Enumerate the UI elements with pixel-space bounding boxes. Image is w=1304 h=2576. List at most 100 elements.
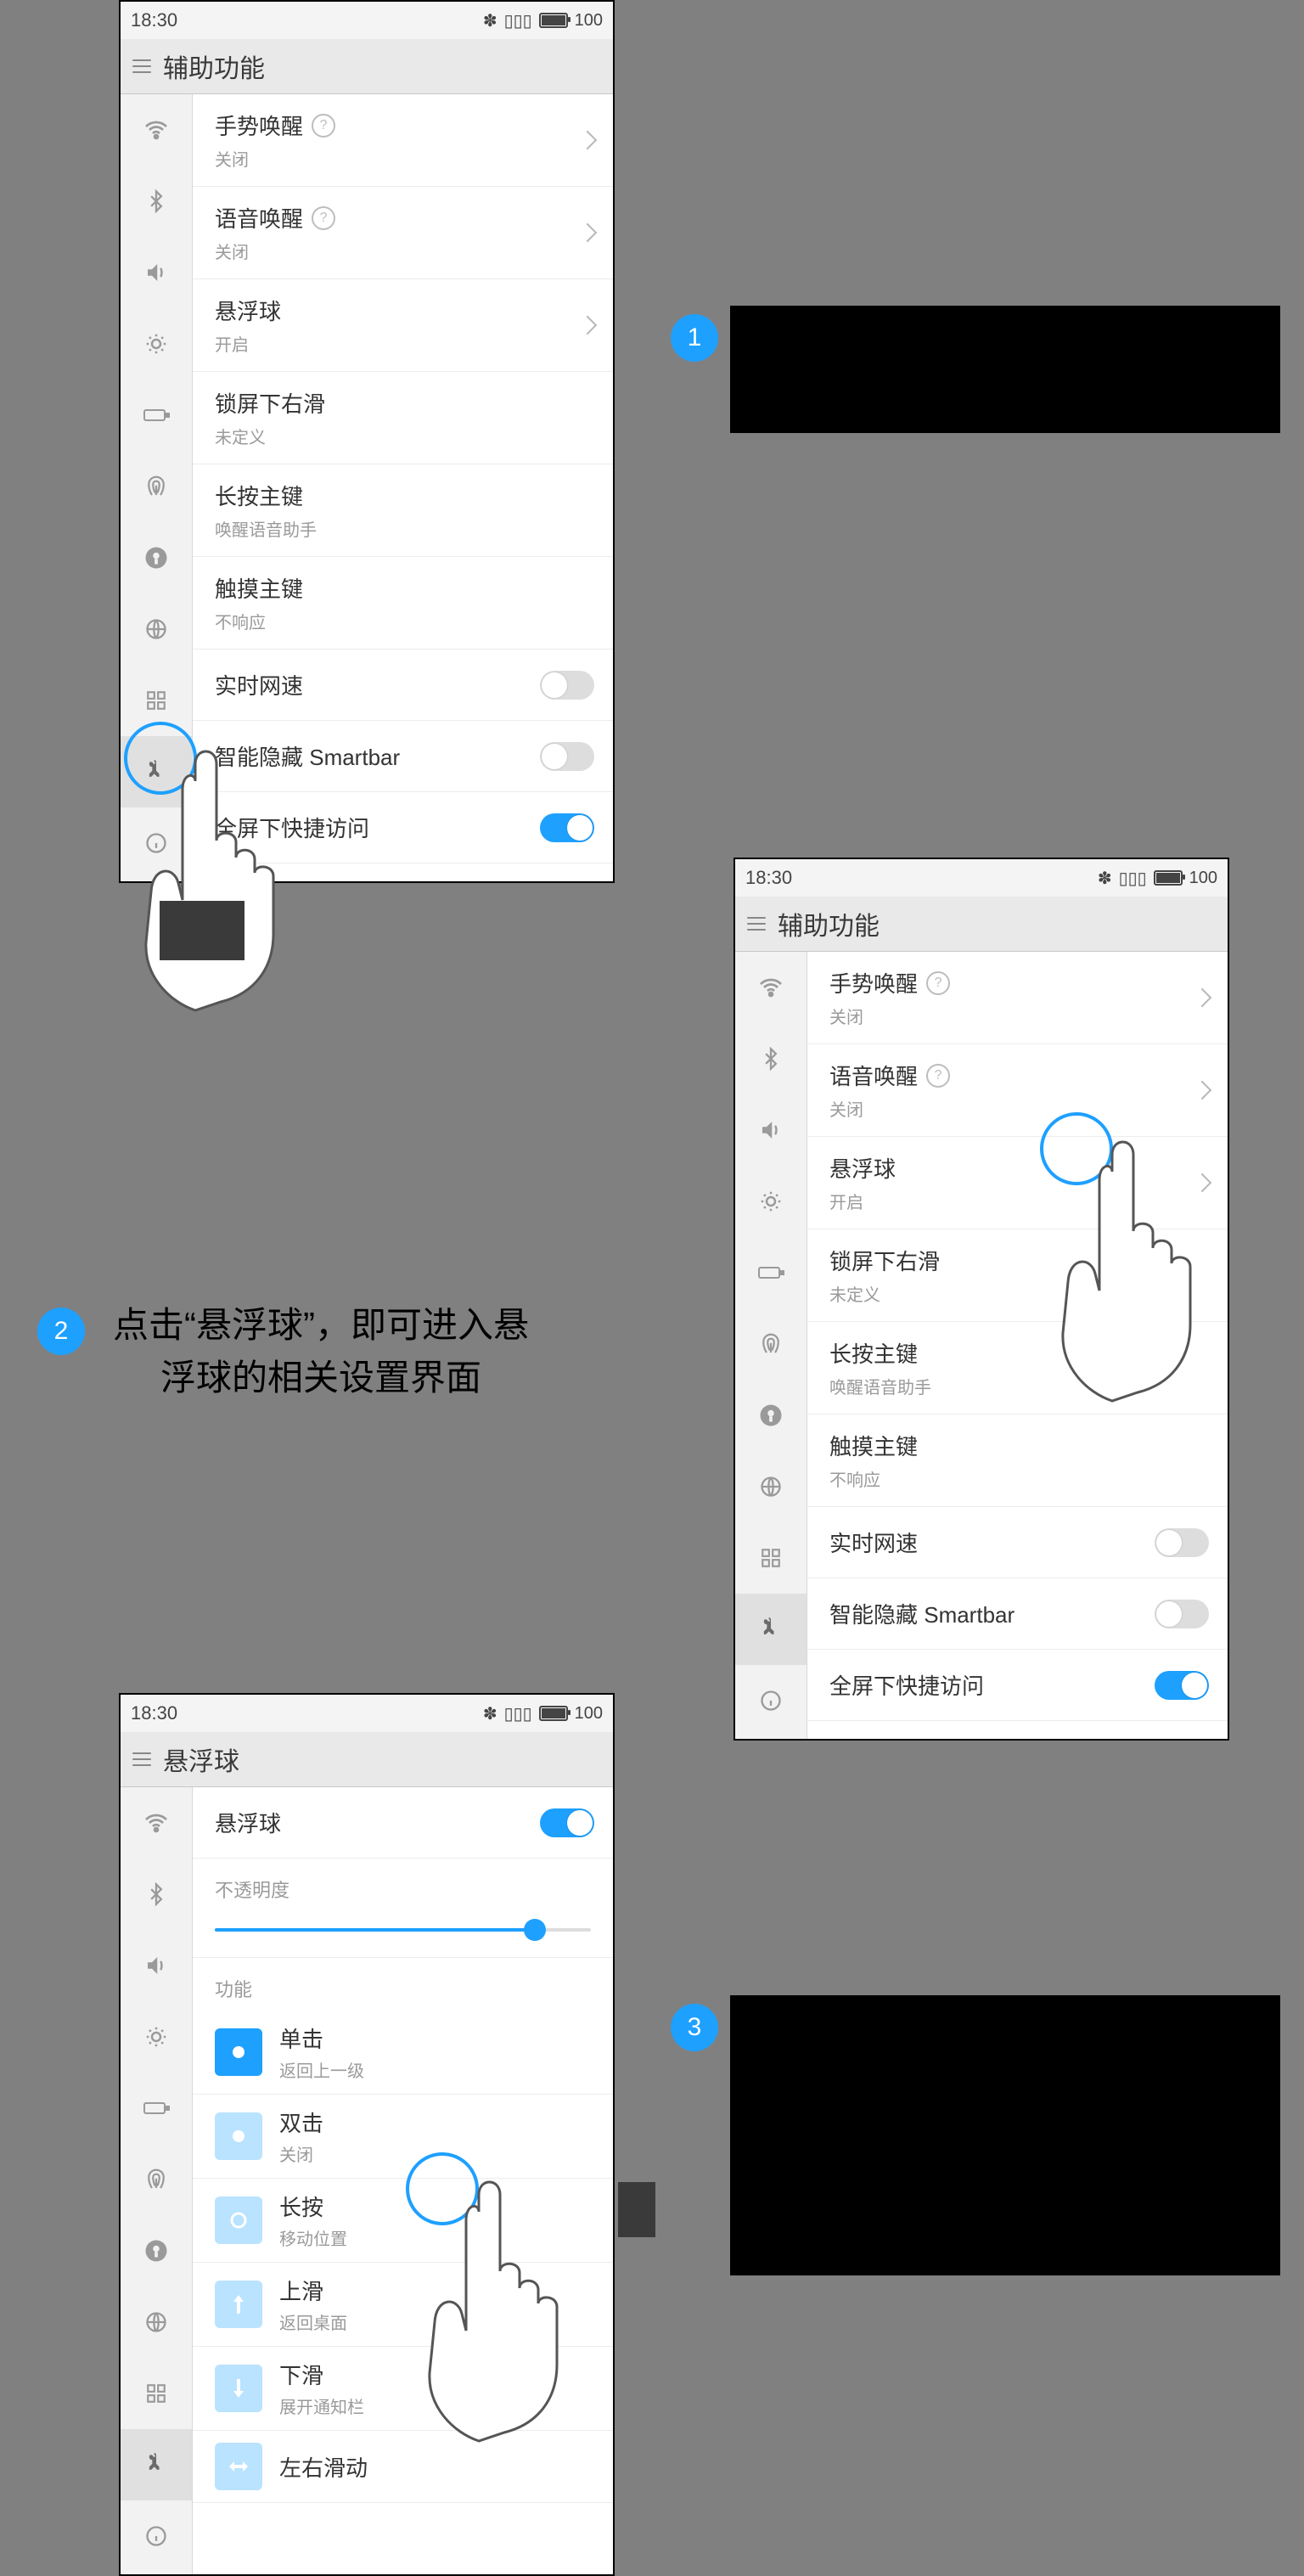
row-touch-home[interactable]: 触摸主键不响应	[807, 1415, 1228, 1507]
toggle[interactable]	[540, 813, 594, 842]
row-smartbar[interactable]: 智能隐藏 Smartbar	[193, 721, 613, 792]
row-touch-home[interactable]: 触摸主键不响应	[193, 557, 613, 650]
toggle[interactable]	[1155, 1671, 1209, 1700]
toggle[interactable]	[540, 742, 594, 771]
row-title: 锁屏下右滑	[829, 1245, 940, 1276]
chevron-right-icon	[1193, 988, 1212, 1008]
highlight-circle	[124, 722, 197, 795]
func-row-doubletap[interactable]: 双击关闭	[193, 2095, 613, 2179]
func-row-swipedown[interactable]: 下滑展开通知栏	[193, 2347, 613, 2431]
menu-icon[interactable]	[132, 59, 151, 73]
func-row-longpress[interactable]: 长按移动位置	[193, 2179, 613, 2263]
location-icon[interactable]	[121, 2215, 192, 2286]
row-netspeed[interactable]: 实时网速	[193, 650, 613, 721]
row-floatball-toggle[interactable]: 悬浮球	[193, 1787, 613, 1859]
title-bar[interactable]: 辅助功能	[121, 39, 613, 94]
row-voice-wake[interactable]: 语音唤醒?关闭	[807, 1044, 1228, 1137]
info-icon[interactable]	[735, 1665, 807, 1736]
fingerprint-icon[interactable]	[121, 2144, 192, 2215]
globe-icon[interactable]	[735, 1451, 807, 1522]
globe-icon[interactable]	[121, 593, 192, 665]
bluetooth-sidebar-icon[interactable]	[121, 1859, 192, 1930]
signal-icon: ▯▯▯	[1119, 868, 1147, 889]
menu-icon[interactable]	[747, 917, 766, 931]
sound-icon[interactable]	[121, 1930, 192, 2001]
help-icon[interactable]: ?	[926, 971, 950, 995]
sound-icon[interactable]	[121, 237, 192, 308]
chevron-right-icon	[1193, 1081, 1212, 1100]
row-title: 全屏下快捷访问	[215, 812, 369, 843]
step-badge-2: 2	[37, 1308, 85, 1355]
help-icon[interactable]: ?	[926, 1064, 950, 1088]
toggle[interactable]	[1155, 1528, 1209, 1557]
title-bar[interactable]: 悬浮球	[121, 1732, 613, 1787]
row-float-ball[interactable]: 悬浮球开启	[193, 279, 613, 372]
status-right: ✽ ▯▯▯ 100	[483, 10, 603, 31]
row-title: 智能隐藏 Smartbar	[215, 740, 400, 772]
row-netspeed[interactable]: 实时网速	[807, 1507, 1228, 1578]
row-longpress-home[interactable]: 长按主键唤醒语音助手	[193, 464, 613, 557]
row-gesture-wake[interactable]: 手势唤醒?关闭	[807, 952, 1228, 1044]
phone-screenshot-2: 18:30 ✽ ▯▯▯ 100 辅助功能 手势唤醒?关闭 语音唤醒?关闭	[734, 858, 1229, 1741]
brightness-icon[interactable]	[121, 2001, 192, 2073]
row-voice-wake[interactable]: 语音唤醒?关闭	[193, 187, 613, 279]
toggle[interactable]	[1155, 1600, 1209, 1628]
toggle[interactable]	[540, 1808, 594, 1837]
battery-sidebar-icon[interactable]	[121, 380, 192, 451]
row-title: 智能隐藏 Smartbar	[829, 1598, 1015, 1629]
battery-sidebar-icon[interactable]	[735, 1237, 807, 1308]
status-bar: 18:30 ✽ ▯▯▯ 100	[121, 2, 613, 39]
battery-text: 100	[575, 11, 603, 31]
opacity-slider[interactable]	[193, 1911, 613, 1958]
sound-icon[interactable]	[735, 1094, 807, 1166]
row-smartbar[interactable]: 智能隐藏 Smartbar	[807, 1578, 1228, 1650]
globe-icon[interactable]	[121, 2286, 192, 2358]
step-number: 1	[688, 323, 702, 352]
bluetooth-sidebar-icon[interactable]	[735, 1023, 807, 1094]
battery-icon	[539, 13, 568, 28]
apps-icon[interactable]	[121, 2358, 192, 2429]
location-icon[interactable]	[121, 522, 192, 593]
brightness-icon[interactable]	[735, 1166, 807, 1237]
settings-sidebar[interactable]	[121, 1787, 193, 2575]
row-lock-swipe[interactable]: 锁屏下右滑未定义	[193, 372, 613, 464]
row-title: 单击	[279, 2022, 364, 2054]
row-title: 长按主键	[215, 480, 317, 511]
row-title: 触摸主键	[829, 1430, 918, 1461]
signal-icon: ▯▯▯	[504, 10, 532, 31]
row-lock-swipe[interactable]: 锁屏下右滑未定义	[807, 1229, 1228, 1322]
func-row-swipeup[interactable]: 上滑返回桌面	[193, 2263, 613, 2347]
row-title: 长按	[279, 2191, 347, 2222]
row-title: 悬浮球	[215, 295, 281, 326]
wifi-icon[interactable]	[121, 94, 192, 166]
apps-icon[interactable]	[735, 1522, 807, 1594]
brightness-icon[interactable]	[121, 308, 192, 380]
chevron-right-icon	[578, 316, 598, 335]
wifi-icon[interactable]	[121, 1787, 192, 1859]
bluetooth-sidebar-icon[interactable]	[121, 166, 192, 237]
tap-icon	[215, 2028, 262, 2076]
toggle[interactable]	[540, 671, 594, 700]
battery-sidebar-icon[interactable]	[121, 2073, 192, 2144]
accessibility-icon[interactable]	[735, 1594, 807, 1665]
location-icon[interactable]	[735, 1380, 807, 1451]
fingerprint-icon[interactable]	[121, 451, 192, 522]
fingerprint-icon[interactable]	[735, 1308, 807, 1380]
accessibility-icon[interactable]	[121, 2429, 192, 2500]
menu-icon[interactable]	[132, 1752, 151, 1766]
info-icon[interactable]	[121, 2500, 192, 2572]
func-row-tap[interactable]: 单击返回上一级	[193, 2011, 613, 2095]
help-icon[interactable]: ?	[312, 114, 335, 138]
title-bar[interactable]: 辅助功能	[735, 897, 1228, 952]
wifi-icon[interactable]	[735, 952, 807, 1023]
step-badge-3: 3	[671, 2004, 718, 2051]
row-longpress-home[interactable]: 长按主键唤醒语音助手	[807, 1322, 1228, 1415]
func-row-swipelr[interactable]: 左右滑动	[193, 2431, 613, 2503]
info-icon[interactable]	[121, 807, 192, 879]
row-gesture-wake[interactable]: 手势唤醒?关闭	[193, 94, 613, 187]
row-fullscreen-quick[interactable]: 全屏下快捷访问	[807, 1650, 1228, 1721]
help-icon[interactable]: ?	[312, 206, 335, 230]
row-fullscreen-quick[interactable]: 全屏下快捷访问	[193, 792, 613, 863]
settings-sidebar[interactable]	[735, 952, 807, 1740]
row-float-ball[interactable]: 悬浮球开启	[807, 1137, 1228, 1229]
